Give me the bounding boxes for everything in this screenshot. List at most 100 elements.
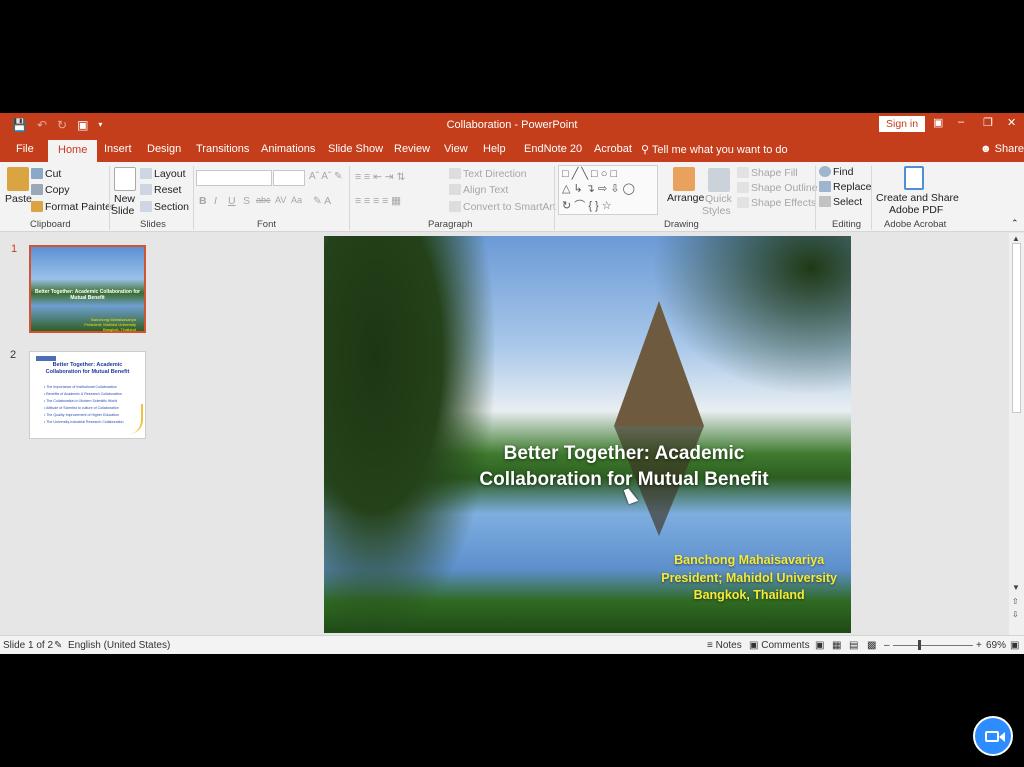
slide-title[interactable]: Better Together: Academic Collaboration …: [454, 441, 794, 493]
shape-effects-button[interactable]: Shape Effects: [737, 197, 816, 209]
convert-smartart-button[interactable]: Convert to SmartArt: [449, 201, 556, 213]
slideshow-view-icon[interactable]: ▩: [867, 640, 876, 651]
cut-button[interactable]: Cut: [31, 168, 61, 180]
select-button[interactable]: Select: [819, 196, 862, 208]
vertical-scrollbar[interactable]: ▲ ▼ ⇧ ⇩: [1009, 233, 1024, 635]
tab-file[interactable]: File: [16, 143, 34, 155]
layout-icon: [140, 168, 152, 179]
reset-button[interactable]: Reset: [140, 184, 181, 196]
format-painter-button[interactable]: Format Painter: [31, 201, 114, 213]
slide-thumbnail-2[interactable]: Better Together: Academic Collaboration …: [29, 351, 146, 439]
slide-thumbnail-1[interactable]: Better Together: Academic Collaboration …: [29, 245, 146, 333]
tab-acrobat[interactable]: Acrobat: [594, 143, 632, 155]
reading-view-icon[interactable]: ▤: [849, 640, 858, 651]
scroll-up-icon[interactable]: ▲: [1012, 234, 1020, 243]
create-pdf-label-1[interactable]: Create and Share: [876, 192, 959, 204]
tab-animations[interactable]: Animations: [261, 143, 315, 155]
ribbon-display-options-icon[interactable]: ▣: [933, 116, 943, 129]
find-button[interactable]: Find: [819, 166, 853, 178]
tab-view[interactable]: View: [444, 143, 468, 155]
shape-outline-button[interactable]: Shape Outline: [737, 182, 818, 194]
align-text-button[interactable]: Align Text: [449, 184, 508, 196]
arrange-icon[interactable]: [673, 167, 695, 191]
video-call-button[interactable]: [973, 716, 1013, 756]
paste-button[interactable]: Paste: [5, 193, 32, 205]
shapes-row-1[interactable]: □ ╱ ╲ □ ○ □: [562, 167, 617, 180]
arrange-button[interactable]: Arrange: [667, 192, 704, 204]
shape-effects-label: Shape Effects: [751, 197, 817, 209]
language-indicator[interactable]: English (United States): [68, 640, 170, 651]
fit-to-window-icon[interactable]: ▣: [1010, 640, 1019, 651]
tab-endnote[interactable]: EndNote 20: [524, 143, 582, 155]
tab-design[interactable]: Design: [147, 143, 181, 155]
zoom-slider[interactable]: [893, 645, 973, 646]
text-direction-button[interactable]: Text Direction: [449, 168, 527, 180]
zoom-slider-handle[interactable]: [918, 640, 921, 650]
normal-view-icon[interactable]: ▣: [815, 640, 824, 651]
tell-me-search[interactable]: ⚲ Tell me what you want to do: [641, 143, 788, 156]
tab-insert[interactable]: Insert: [104, 143, 132, 155]
change-case-button[interactable]: Aa: [291, 195, 302, 205]
copy-button[interactable]: Copy: [31, 184, 70, 196]
layout-button[interactable]: Layout: [140, 168, 186, 180]
grow-font-icon[interactable]: Aˆ Aˇ ✎: [309, 171, 342, 182]
tab-transitions[interactable]: Transitions: [196, 143, 249, 155]
quick-styles-label-1[interactable]: Quick: [705, 193, 732, 205]
share-button[interactable]: ☻ Share: [980, 143, 1024, 155]
close-icon[interactable]: ✕: [1007, 116, 1016, 129]
list-item: • Attitude of Scientist to culture of Co…: [44, 406, 119, 410]
paste-icon[interactable]: [7, 167, 29, 191]
quick-styles-icon[interactable]: [708, 168, 730, 192]
replace-icon: [819, 181, 831, 192]
notes-button[interactable]: ≡ Notes: [707, 640, 742, 651]
tell-me-text: Tell me what you want to do: [651, 144, 788, 156]
video-camera-icon: [985, 731, 999, 742]
strikethrough-button[interactable]: abc: [256, 195, 271, 205]
sign-in-button[interactable]: Sign in: [879, 116, 926, 132]
replace-label: Replace: [833, 181, 872, 193]
new-slide-icon[interactable]: [114, 167, 136, 191]
adobe-pdf-icon[interactable]: [904, 166, 924, 190]
align-icons[interactable]: ≡ ≡ ≡ ≡ ▦: [355, 195, 401, 207]
previous-slide-icon[interactable]: ⇧: [1012, 597, 1019, 606]
quick-styles-label-2[interactable]: Styles: [702, 205, 731, 217]
collapse-ribbon-icon[interactable]: ⌃: [1011, 218, 1019, 229]
restore-icon[interactable]: ❐: [983, 116, 993, 129]
minimize-icon[interactable]: –: [958, 116, 964, 128]
shapes-row-2[interactable]: △ ↳ ↴ ⇨ ⇩ ◯: [562, 182, 635, 195]
shadow-button[interactable]: S: [243, 195, 250, 207]
next-slide-icon[interactable]: ⇩: [1012, 610, 1019, 619]
current-slide[interactable]: Better Together: Academic Collaboration …: [324, 236, 851, 633]
shape-outline-label: Shape Outline: [751, 182, 818, 194]
tab-home[interactable]: Home: [48, 140, 98, 162]
new-slide-label-1[interactable]: New: [114, 193, 135, 205]
bold-button[interactable]: B: [199, 195, 207, 207]
bullets-icon[interactable]: ≡ ≡ ⇤ ⇥ ⇅: [355, 171, 405, 183]
tab-review[interactable]: Review: [394, 143, 430, 155]
zoom-in-icon[interactable]: +: [976, 640, 982, 651]
slide-sorter-icon[interactable]: ▦: [832, 640, 841, 651]
slide-subtitle[interactable]: Banchong Mahaisavariya President; Mahido…: [661, 552, 837, 605]
scroll-down-icon[interactable]: ▼: [1012, 583, 1020, 592]
thumbnail-subtitle: Banchong Mahaisavariya President; Mahido…: [84, 317, 136, 332]
section-button[interactable]: Section: [140, 201, 189, 213]
comments-button[interactable]: ▣ Comments: [749, 640, 810, 651]
tab-help[interactable]: Help: [483, 143, 506, 155]
underline-button[interactable]: U: [228, 195, 236, 207]
font-name-input[interactable]: [196, 170, 272, 186]
shapes-gallery[interactable]: □ ╱ ╲ □ ○ □ △ ↳ ↴ ⇨ ⇩ ◯ ↻ ⌒ { } ☆: [558, 165, 658, 215]
spelling-icon[interactable]: ✎: [54, 640, 62, 651]
new-slide-label-2[interactable]: Slide: [111, 205, 134, 217]
font-size-input[interactable]: [273, 170, 305, 186]
italic-button[interactable]: I: [214, 195, 217, 207]
zoom-level[interactable]: 69%: [986, 640, 1006, 651]
tab-slide-show[interactable]: Slide Show: [328, 143, 383, 155]
replace-button[interactable]: Replace: [819, 181, 872, 193]
font-color-icon[interactable]: ✎ A: [313, 195, 331, 207]
scrollbar-thumb[interactable]: [1012, 243, 1021, 413]
shape-fill-button[interactable]: Shape Fill: [737, 167, 798, 179]
character-spacing-button[interactable]: AV: [275, 195, 286, 205]
shapes-row-3[interactable]: ↻ ⌒ { } ☆: [562, 197, 612, 213]
create-pdf-label-2[interactable]: Adobe PDF: [889, 204, 943, 216]
zoom-out-icon[interactable]: –: [884, 640, 890, 651]
